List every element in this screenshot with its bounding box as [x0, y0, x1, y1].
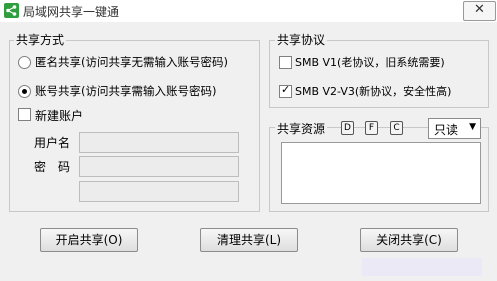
password-label: 密 码 [34, 160, 71, 174]
new-account-checkbox[interactable] [18, 108, 31, 121]
share-app-icon [4, 3, 19, 18]
protocol-group-title: 共享协议 [275, 31, 328, 48]
password-input[interactable] [79, 156, 239, 177]
access-mode-value: 只读 [434, 123, 459, 137]
close-icon: ✕ [474, 2, 485, 17]
drive-c-button[interactable]: C [390, 121, 403, 135]
shared-resources-list[interactable] [281, 142, 481, 204]
anonymous-share-label[interactable]: 匿名共享(访问共享无需输入账号密码) [35, 54, 228, 70]
clear-share-button[interactable]: 清理共享(L) [200, 228, 298, 252]
account-share-radio[interactable] [18, 85, 31, 98]
drive-f-button[interactable]: F [365, 121, 378, 135]
smb-v2-v3-label[interactable]: SMB V2-V3(新协议，安全性高) [295, 83, 451, 99]
start-share-button[interactable]: 开启共享(O) [40, 228, 138, 252]
account-share-label[interactable]: 账号共享(访问共享需输入账号密码) [35, 83, 216, 99]
window-title: 局域网共享一键通 [23, 5, 120, 19]
smb-v1-checkbox[interactable] [279, 56, 292, 69]
smb-v2-v3-checkbox[interactable]: ✓ [279, 83, 292, 98]
app-window: 局域网共享一键通 ✕ 共享方式 匿名共享(访问共享无需输入账号密码) 账号共享(… [0, 0, 497, 281]
new-account-label[interactable]: 新建账户 [35, 107, 83, 124]
anonymous-share-radio[interactable] [18, 56, 31, 69]
radio-selected-dot [22, 89, 27, 94]
access-mode-select[interactable]: 只读 ▼ [428, 118, 481, 139]
confirm-password-input[interactable] [79, 181, 239, 202]
drive-d-button[interactable]: D [341, 121, 354, 135]
watermark-area [362, 258, 482, 276]
check-icon: ✓ [281, 83, 291, 96]
username-input[interactable] [79, 132, 239, 153]
share-mode-group-title: 共享方式 [14, 31, 67, 48]
close-share-button[interactable]: 关闭共享(C) [360, 228, 458, 252]
window-close-button[interactable]: ✕ [463, 1, 496, 21]
smb-v1-label[interactable]: SMB V1(老协议，旧系统需要) [295, 54, 445, 70]
chevron-down-icon: ▼ [469, 122, 476, 132]
resources-label: 共享资源 [275, 120, 328, 137]
username-label: 用户名 [34, 136, 71, 150]
title-bar: 局域网共享一键通 ✕ [0, 0, 497, 22]
